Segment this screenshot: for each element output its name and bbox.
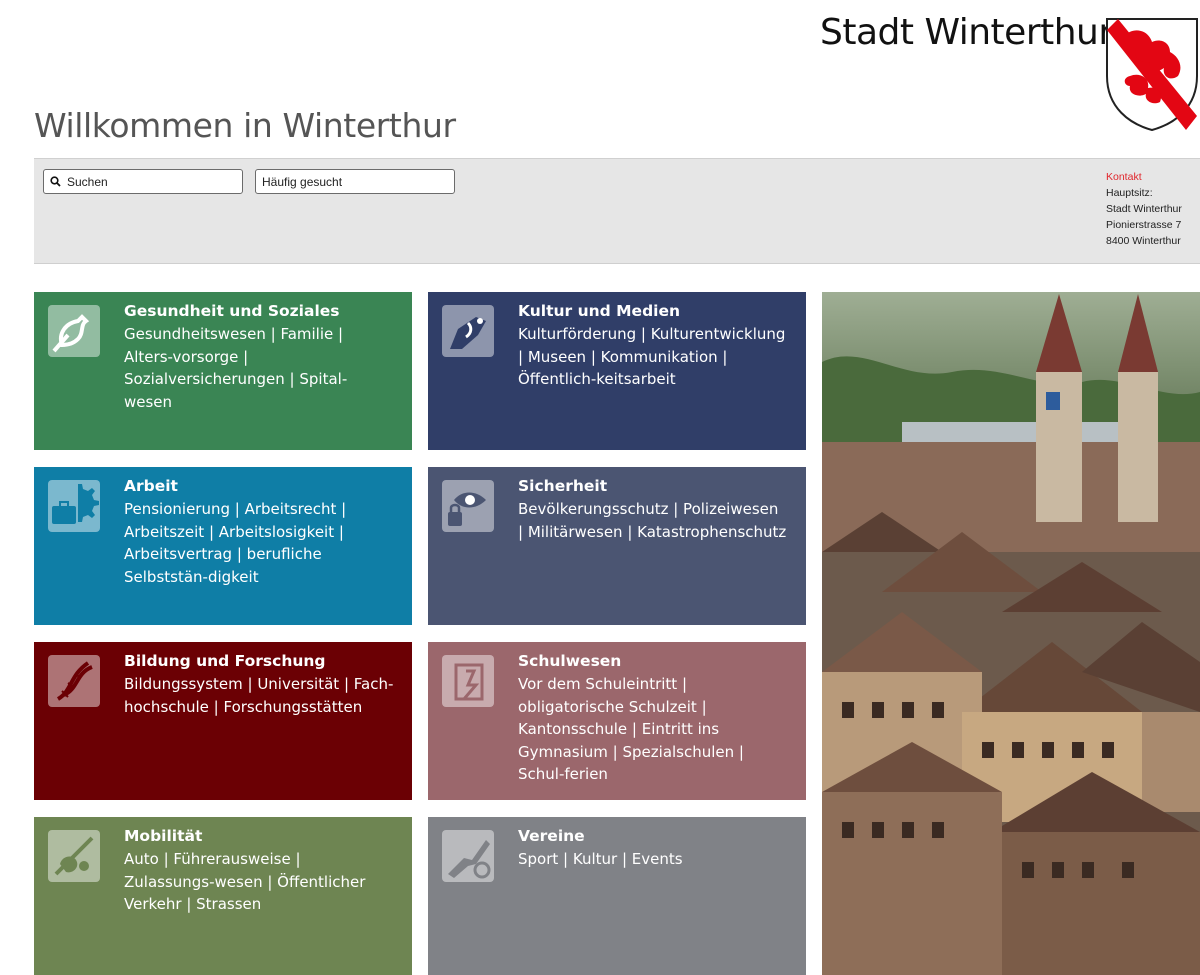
- tile-links[interactable]: Bevölkerungsschutz | Polizeiwesen | Mili…: [518, 498, 788, 543]
- search-input[interactable]: Suchen: [43, 169, 243, 194]
- tile-links[interactable]: Pensionierung | Arbeitsrecht | Arbeitsze…: [124, 498, 394, 588]
- site-brand-title[interactable]: Stadt Winterthur: [820, 12, 1113, 53]
- contact-line: Stadt Winterthur: [1106, 203, 1182, 215]
- tile-title[interactable]: Gesundheit und Soziales: [124, 302, 340, 320]
- tile-mobilitaet[interactable]: Mobilität Auto | Führerausweise | Zulass…: [34, 817, 412, 975]
- contact-line: 8400 Winterthur: [1106, 235, 1181, 247]
- winterthur-coat-of-arms-logo[interactable]: [1104, 16, 1200, 132]
- tile-links[interactable]: Vor dem Schuleintritt | obligatorische S…: [518, 673, 788, 786]
- contact-line: Hauptsitz:: [1106, 187, 1153, 199]
- frequently-searched-select[interactable]: Häufig gesucht: [255, 169, 455, 194]
- page-title: Willkommen in Winterthur: [34, 106, 456, 145]
- work-icon: [48, 480, 100, 532]
- tile-gesundheit[interactable]: Gesundheit und Soziales Gesundheitswesen…: [34, 292, 412, 450]
- tile-bildung[interactable]: Bildung und Forschung Bildungssystem | U…: [34, 642, 412, 800]
- tile-links[interactable]: Sport | Kultur | Events: [518, 848, 788, 871]
- tile-vereine[interactable]: Vereine Sport | Kultur | Events: [428, 817, 806, 975]
- tile-links[interactable]: Kulturförderung | Kulturentwicklung | Mu…: [518, 323, 788, 391]
- tile-links[interactable]: Gesundheitswesen | Familie | Alters-vors…: [124, 323, 394, 413]
- search-icon: [50, 176, 61, 187]
- mobility-icon: [48, 830, 100, 882]
- tile-links[interactable]: Auto | Führerausweise | Zulassungs-wesen…: [124, 848, 394, 916]
- education-icon: [48, 655, 100, 707]
- security-icon: [442, 480, 494, 532]
- tile-title[interactable]: Arbeit: [124, 477, 178, 495]
- clubs-icon: [442, 830, 494, 882]
- tile-title[interactable]: Kultur und Medien: [518, 302, 680, 320]
- contact-link[interactable]: Kontakt: [1106, 169, 1182, 185]
- tile-links[interactable]: Bildungssystem | Universität | Fach-hoch…: [124, 673, 394, 718]
- tile-schulwesen[interactable]: Schulwesen Vor dem Schuleintritt | oblig…: [428, 642, 806, 800]
- contact-line: Pionierstrasse 7: [1106, 219, 1182, 231]
- search-bar: Suchen Häufig gesucht Kontakt Hauptsitz:…: [34, 158, 1200, 264]
- city-photo: [822, 292, 1200, 975]
- school-icon: [442, 655, 494, 707]
- culture-icon: [442, 305, 494, 357]
- tile-sicherheit[interactable]: Sicherheit Bevölkerungsschutz | Polizeiw…: [428, 467, 806, 625]
- tile-title[interactable]: Sicherheit: [518, 477, 607, 495]
- health-icon: [48, 305, 100, 357]
- tile-arbeit[interactable]: Arbeit Pensionierung | Arbeitsrecht | Ar…: [34, 467, 412, 625]
- search-input-label: Suchen: [67, 174, 108, 189]
- tile-title[interactable]: Mobilität: [124, 827, 202, 845]
- tile-title[interactable]: Bildung und Forschung: [124, 652, 326, 670]
- frequently-searched-label: Häufig gesucht: [262, 174, 343, 189]
- tile-title[interactable]: Vereine: [518, 827, 585, 845]
- tile-title[interactable]: Schulwesen: [518, 652, 621, 670]
- tile-kultur[interactable]: Kultur und Medien Kulturförderung | Kult…: [428, 292, 806, 450]
- contact-box: Kontakt Hauptsitz: Stadt Winterthur Pion…: [1106, 169, 1182, 249]
